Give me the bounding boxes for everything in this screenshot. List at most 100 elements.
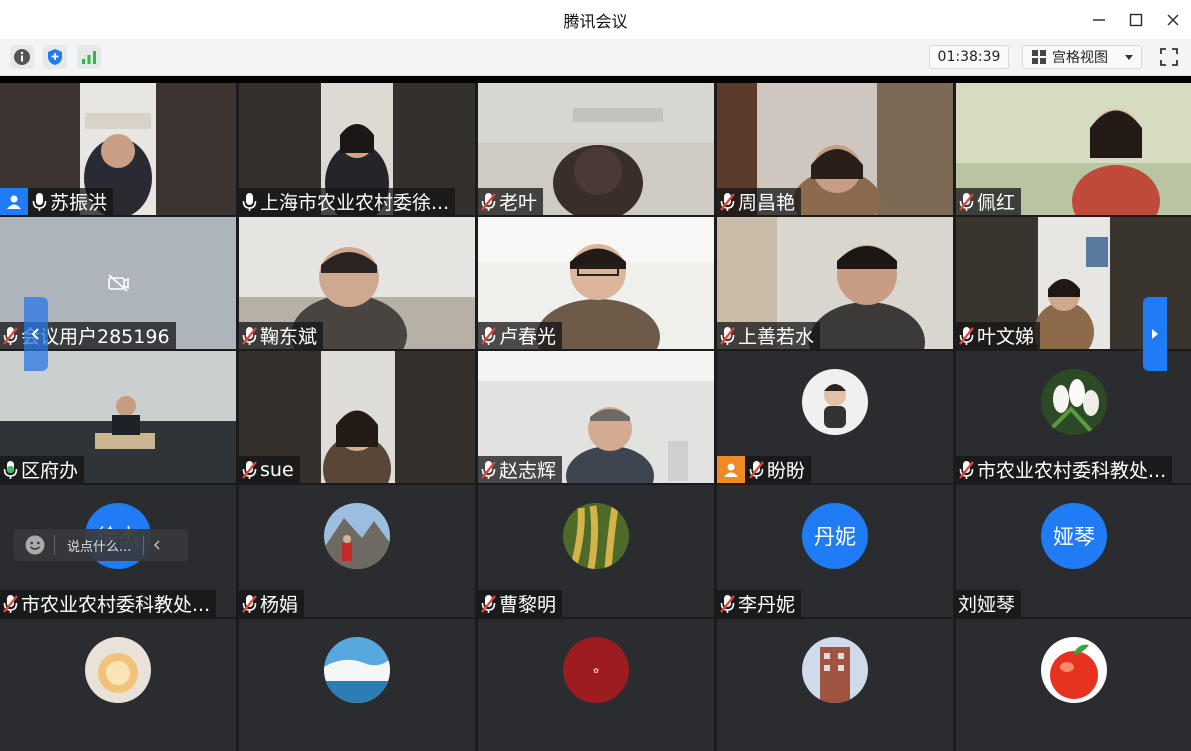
meeting-toolbar: 01:38:39 宫格视图 [0, 39, 1191, 76]
microphone-muted-icon [481, 594, 496, 613]
participant-tile[interactable]: 周昌艳 [717, 83, 953, 215]
participant-name: 区府办 [21, 460, 79, 482]
microphone-muted-icon [242, 594, 257, 613]
microphone-muted-icon [959, 326, 974, 345]
participant-tile[interactable]: 苏振洪 [0, 83, 236, 215]
microphone-muted-icon [481, 192, 496, 211]
participant-tile[interactable]: 娅琴刘娅琴 [956, 485, 1191, 617]
info-icon [14, 49, 30, 65]
participant-label: 卢春光 [478, 322, 563, 349]
info-button[interactable] [10, 45, 34, 69]
grid-view-icon [1032, 50, 1046, 64]
signal-icon [82, 51, 96, 64]
participant-tile[interactable]: 上善若水 [717, 217, 953, 349]
microphone-muted-icon [720, 326, 735, 345]
participant-name: 老叶 [499, 192, 538, 214]
participant-label: sue [239, 456, 300, 483]
chevron-left-icon [154, 540, 160, 550]
participant-name: 卢春光 [499, 326, 557, 348]
participant-tile[interactable] [0, 619, 236, 751]
security-button[interactable] [43, 45, 67, 69]
participant-name: 周昌艳 [738, 192, 796, 214]
participant-avatar [802, 637, 868, 703]
participant-label: 佩红 [956, 188, 1022, 215]
participant-avatar: ✿ [563, 637, 629, 703]
microphone-muted-icon [242, 326, 257, 345]
participant-name: 赵志辉 [499, 460, 557, 482]
emoji-icon [25, 535, 45, 555]
window-title: 腾讯会议 [563, 11, 628, 31]
participant-tile[interactable]: 赵志辉 [478, 351, 714, 483]
meeting-timer: 01:38:39 [929, 45, 1009, 69]
participant-label: 区府办 [0, 456, 85, 483]
participant-label: 杨娟 [239, 590, 305, 617]
microphone-muted-icon [481, 326, 496, 345]
participant-label: 老叶 [478, 188, 544, 215]
participant-label: 李丹妮 [717, 590, 802, 617]
participant-tile[interactable]: 盼盼 [717, 351, 953, 483]
participant-label: 苏振洪 [0, 188, 114, 215]
participant-avatar: 娅琴 [1041, 503, 1107, 569]
fullscreen-button[interactable] [1157, 45, 1181, 69]
fullscreen-icon [1160, 48, 1178, 66]
participant-tile[interactable]: 鞠东斌 [239, 217, 475, 349]
user-icon [717, 456, 745, 483]
participant-name: 市农业农村委科教处... [21, 594, 211, 616]
close-button[interactable] [1154, 0, 1191, 39]
participant-tile[interactable]: 卢春光 [478, 217, 714, 349]
participant-name: 市农业农村委科教处... [977, 460, 1167, 482]
svg-text:✿: ✿ [593, 667, 599, 675]
microphone-icon [242, 192, 257, 211]
participant-tile[interactable]: 曹黎明 [478, 485, 714, 617]
participant-avatar [1041, 637, 1107, 703]
participant-tile[interactable]: 老叶 [478, 83, 714, 215]
prev-page-button[interactable] [24, 297, 48, 371]
participant-name: 上善若水 [738, 326, 815, 348]
participant-name: 刘娅琴 [958, 594, 1016, 616]
minimize-button[interactable] [1080, 0, 1117, 39]
participant-name: 杨娟 [260, 594, 299, 616]
participant-label: 刘娅琴 [956, 590, 1022, 617]
participant-tile[interactable]: 佩红 [956, 83, 1191, 215]
participant-tile[interactable]: 丹妮 李丹妮 [717, 485, 953, 617]
participant-grid: 苏振洪 上海市农业农村委徐... 老叶 周昌艳 佩红 会议用户285196 鞠东斌 卢春光 上善… [0, 83, 1191, 751]
participant-label: 鞠东斌 [239, 322, 324, 349]
participant-tile[interactable] [239, 619, 475, 751]
participant-tile[interactable]: ✿ [478, 619, 714, 751]
participant-name: 盼盼 [767, 460, 806, 482]
participant-name: 叶文娣 [977, 326, 1035, 348]
next-page-button[interactable] [1143, 297, 1167, 371]
participant-tile[interactable]: 上海市农业农村委徐... [239, 83, 475, 215]
participant-tile[interactable]: sue [239, 351, 475, 483]
participant-label: 上善若水 [717, 322, 821, 349]
maximize-button[interactable] [1117, 0, 1154, 39]
maximize-icon [1129, 13, 1142, 26]
participant-tile[interactable] [717, 619, 953, 751]
chat-input[interactable]: 说点什么... [67, 536, 131, 555]
participant-label: 周昌艳 [717, 188, 802, 215]
chevron-down-icon [1125, 55, 1133, 60]
chat-divider [54, 535, 55, 555]
chat-bar[interactable]: 说点什么... [14, 529, 188, 561]
participant-name: 鞠东斌 [260, 326, 318, 348]
participant-tile[interactable]: 杨娟 [239, 485, 475, 617]
title-bar: 腾讯会议 [0, 0, 1191, 39]
caret-right-icon [1152, 329, 1158, 339]
camera-off-icon [108, 274, 129, 292]
microphone-muted-icon [959, 192, 974, 211]
view-mode-select[interactable]: 宫格视图 [1022, 45, 1142, 69]
minimize-icon [1092, 18, 1105, 21]
participant-label: 市农业农村委科教处... [0, 590, 217, 617]
participant-tile[interactable] [956, 619, 1191, 751]
participant-label: 曹黎明 [478, 590, 563, 617]
participant-name: 上海市农业农村委徐... [260, 192, 450, 214]
participant-label: 市农业农村委科教处... [956, 456, 1173, 483]
shield-icon [48, 49, 62, 65]
participant-name: sue [260, 458, 294, 481]
participant-name: 李丹妮 [738, 594, 796, 616]
microphone-speaking-icon [3, 460, 18, 479]
view-mode-label: 宫格视图 [1052, 50, 1108, 66]
microphone-muted-icon [3, 594, 18, 613]
network-button[interactable] [77, 45, 101, 69]
avatar-initials: 娅琴 [1053, 525, 1095, 549]
